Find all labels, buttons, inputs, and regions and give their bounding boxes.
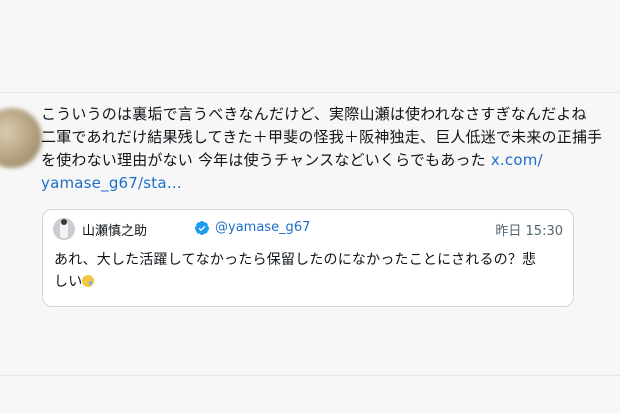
quoted-line-2: しい: [54, 271, 562, 293]
post-link-start[interactable]: x.com/: [491, 151, 543, 169]
post-line-3: を使わない理由がない 今年は使うチャンスなどいくらでもあった x.com/: [41, 149, 601, 172]
divider: [0, 375, 620, 376]
post-line-4: yamase_g67/sta…: [41, 172, 601, 195]
quoted-author-avatar[interactable]: [53, 218, 75, 240]
quoted-author-handle[interactable]: @yamase_g67: [215, 220, 310, 235]
quoted-post-body: あれ、大した活躍してなかったら保留したのになかったことにされるの？悲 しい: [54, 249, 562, 293]
post-line-1: こういうのは裏垢で言うべきなんだけど、実際山瀬は使われなさすぎなんだよね: [41, 105, 587, 123]
quoted-post-time[interactable]: 昨日 15:30: [495, 220, 563, 239]
quoted-line-1: あれ、大した活躍してなかったら保留したのになかったことにされるの？悲: [54, 252, 537, 268]
crying-face-emoji-icon: [82, 275, 95, 287]
post-link[interactable]: yamase_g67/sta…: [41, 174, 182, 192]
avatar-figure-head: [61, 219, 67, 225]
page: こういうのは裏垢で言うべきなんだけど、実際山瀬は使われなさすぎなんだよね 二軍で…: [0, 0, 620, 413]
user-avatar[interactable]: [0, 108, 42, 168]
verified-badge-icon: [194, 221, 209, 235]
post-line-2: 二軍であれだけ結果残してきた＋甲斐の怪我＋阪神独走、巨人低迷で未来の正捕手: [41, 128, 603, 146]
post-body: こういうのは裏垢で言うべきなんだけど、実際山瀬は使われなさすぎなんだよね 二軍で…: [41, 103, 603, 195]
quoted-line-2-text: しい: [54, 274, 83, 290]
quoted-author-name[interactable]: 山瀬慎之助: [82, 220, 147, 239]
divider: [0, 92, 620, 93]
post-line-3-text: を使わない理由がない 今年は使うチャンスなどいくらでもあった: [41, 151, 491, 169]
quoted-post-card[interactable]: 山瀬慎之助 @yamase_g67 昨日 15:30 あれ、大した活躍してなかっ…: [42, 209, 574, 307]
